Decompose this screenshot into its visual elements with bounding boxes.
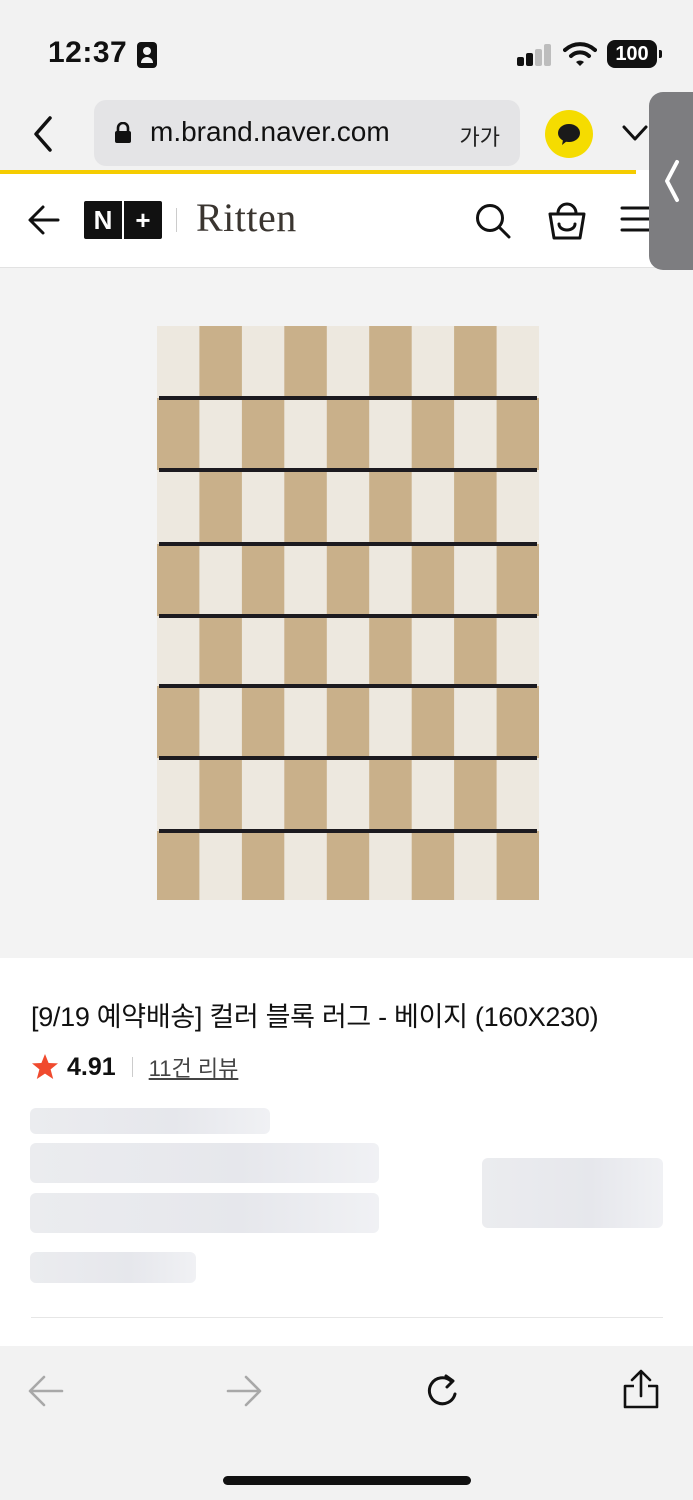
logo-plus: + (135, 205, 151, 235)
back-chevron-icon[interactable] (28, 112, 60, 156)
lock-icon (115, 122, 131, 143)
menu-icon[interactable] (620, 204, 650, 234)
signal-icon (517, 44, 553, 66)
skeleton-line (30, 1143, 379, 1183)
chevron-down-icon[interactable] (620, 118, 650, 148)
side-panel-chevron-icon (665, 160, 679, 202)
back-arrow-icon[interactable] (28, 1374, 64, 1408)
cart-icon[interactable] (546, 198, 588, 242)
section-divider (31, 1317, 663, 1318)
address-bar[interactable]: m.brand.naver.com 가가 (94, 100, 520, 166)
browser-url-row: m.brand.naver.com 가가 (0, 100, 693, 170)
status-time: 12:37 (48, 36, 128, 69)
brand-name[interactable]: Ritten (196, 194, 297, 241)
logo-separator (176, 208, 177, 232)
naver-plus-logo[interactable]: N + (84, 201, 162, 239)
rating-row: 4.91 11건 리뷰 (31, 1052, 238, 1082)
product-title: [9/19 예약배송] 컬러 블록 러그 - 베이지 (160X230) (31, 1002, 599, 1032)
review-count-link[interactable]: 11건 리뷰 (149, 1051, 239, 1083)
text-size-button[interactable]: 가가 (460, 120, 500, 152)
star-icon (32, 1054, 58, 1079)
skeleton-button (482, 1158, 663, 1228)
home-indicator (223, 1476, 471, 1485)
url-text: m.brand.naver.com (150, 116, 390, 147)
rating-value: 4.91 (67, 1052, 116, 1081)
search-icon[interactable] (474, 202, 512, 240)
status-bar: 12:37 100 (0, 0, 693, 100)
skeleton-line (30, 1252, 196, 1283)
product-image[interactable] (0, 268, 693, 958)
rug-image (157, 326, 539, 900)
back-arrow-icon[interactable] (26, 202, 62, 238)
logo-letter: N (93, 205, 113, 235)
skeleton-line (30, 1193, 379, 1233)
wifi-icon (563, 42, 597, 66)
kakao-talk-icon[interactable] (545, 110, 593, 158)
forward-arrow-icon[interactable] (226, 1374, 262, 1408)
site-header: N + Ritten (0, 174, 693, 268)
share-icon[interactable] (622, 1368, 660, 1410)
battery-icon: 100 (607, 40, 662, 68)
browser-toolbar (0, 1346, 693, 1500)
reload-icon[interactable] (424, 1372, 462, 1410)
skeleton-line (30, 1108, 270, 1134)
rating-separator (131, 1057, 133, 1077)
side-panel-handle[interactable] (649, 92, 693, 270)
id-card-icon (137, 42, 157, 68)
